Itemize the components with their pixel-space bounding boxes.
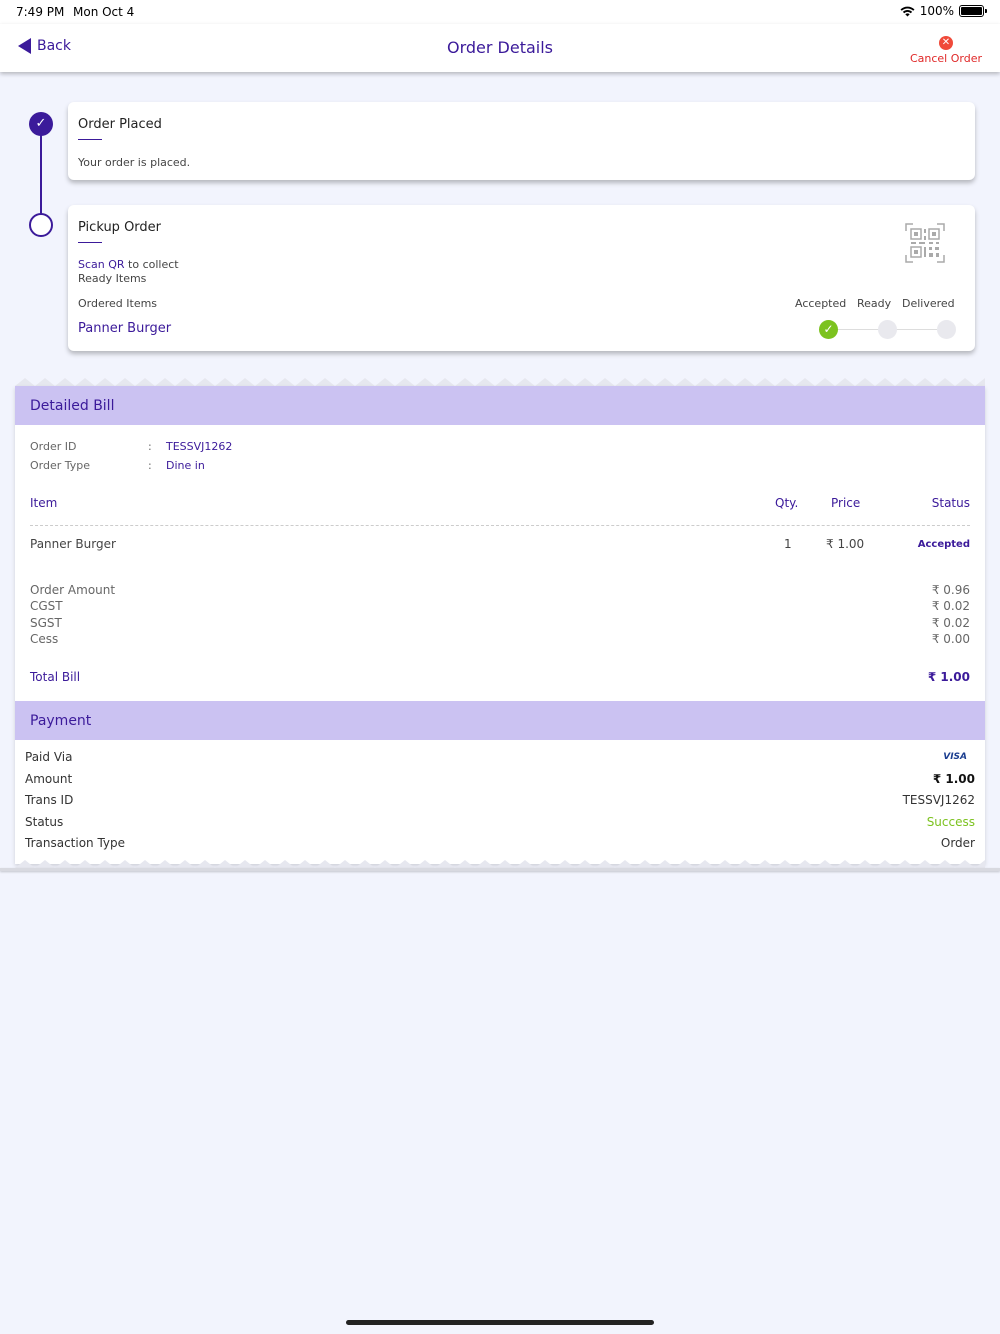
title-underline xyxy=(78,139,102,140)
trans-id-label: Trans ID xyxy=(25,793,74,807)
stage-accepted-check-icon: ✓ xyxy=(819,320,838,339)
row-price: ₹ 1.00 xyxy=(826,537,865,551)
close-circle-icon: ✕ xyxy=(938,36,953,50)
step-complete-check-icon: ✓ xyxy=(29,112,53,136)
ordered-item-name: Panner Burger xyxy=(78,321,172,336)
order-type-colon: : xyxy=(148,459,152,472)
paid-via-label: Paid Via xyxy=(25,750,73,764)
battery-percent: 100% xyxy=(919,4,954,18)
battery-icon xyxy=(959,5,987,17)
trans-id-value: TESSVJ1262 xyxy=(902,793,975,807)
order-amount-value: ₹ 0.96 xyxy=(931,583,970,597)
transaction-type-label: Transaction Type xyxy=(25,836,126,850)
order-amount-label: Order Amount xyxy=(30,583,116,597)
amount-value: ₹ 1.00 xyxy=(932,772,975,786)
pickup-order-title: Pickup Order xyxy=(78,220,162,235)
column-header-item: Item xyxy=(30,496,58,510)
order-id-colon: : xyxy=(148,440,152,453)
cess-label: Cess xyxy=(30,632,59,646)
cgst-label: CGST xyxy=(30,599,63,613)
ordered-items-label: Ordered Items xyxy=(78,297,158,310)
page-title: Order Details xyxy=(446,38,554,57)
column-header-qty: Qty. xyxy=(775,496,799,510)
wifi-icon xyxy=(900,6,915,16)
sgst-value: ₹ 0.02 xyxy=(931,616,970,630)
sgst-label: SGST xyxy=(30,616,62,630)
scan-qr-rest: to collect xyxy=(124,258,179,271)
order-type-value: Dine in xyxy=(166,459,205,472)
order-type-label: Order Type xyxy=(30,459,91,472)
payment-status-value: Success xyxy=(926,815,975,829)
status-indicators: 100% xyxy=(900,4,987,18)
title-underline xyxy=(78,242,102,243)
stage-label-delivered: Delivered xyxy=(902,297,955,310)
receipt-zigzag-bottom xyxy=(15,858,985,868)
row-qty: 1 xyxy=(784,537,792,551)
order-id-value: TESSVJ1262 xyxy=(166,440,233,453)
status-bar: 7:49 PM Mon Oct 4 100% xyxy=(0,0,1000,24)
home-indicator[interactable] xyxy=(346,1320,654,1325)
divider xyxy=(30,525,970,526)
payment-section-title: Payment xyxy=(15,701,985,740)
qr-code-icon[interactable] xyxy=(905,223,945,263)
scan-qr-link[interactable]: Scan QR xyxy=(78,258,125,271)
status-date: Mon Oct 4 xyxy=(73,5,135,19)
stage-delivered-dot xyxy=(937,320,956,339)
cess-value: ₹ 0.00 xyxy=(931,632,970,646)
visa-logo: VISA xyxy=(943,752,967,762)
column-header-status: Status xyxy=(931,496,970,510)
nav-bar: Back Order Details ✕ Cancel Order xyxy=(0,24,1000,72)
detailed-bill: Detailed Bill Order ID : TESSVJ1262 Orde… xyxy=(15,386,985,864)
bill-section-title: Detailed Bill xyxy=(15,386,985,425)
total-bill-label: Total Bill xyxy=(30,670,81,684)
status-time: 7:49 PM xyxy=(16,5,65,19)
timeline-connector xyxy=(40,124,42,224)
receipt-bottom-edge xyxy=(0,868,1000,871)
total-bill-value: ₹ 1.00 xyxy=(927,670,970,684)
cgst-value: ₹ 0.02 xyxy=(931,599,970,613)
transaction-type-value: Order xyxy=(940,836,975,850)
order-id-label: Order ID xyxy=(30,440,77,453)
pickup-order-card: Pickup Order Scan QR to collect Ready It… xyxy=(68,205,975,351)
amount-label: Amount xyxy=(25,772,73,786)
order-placed-card: Order Placed Your order is placed. xyxy=(68,102,975,180)
stage-label-ready: Ready xyxy=(857,297,892,310)
row-status: Accepted xyxy=(917,539,970,550)
stage-ready-dot xyxy=(878,320,897,339)
order-placed-text: Your order is placed. xyxy=(78,156,191,169)
column-header-price: Price xyxy=(831,496,861,510)
cancel-order-label: Cancel Order xyxy=(909,52,982,65)
order-placed-title: Order Placed xyxy=(78,117,162,132)
row-item: Panner Burger xyxy=(30,537,116,551)
ready-items-text: Ready Items xyxy=(78,272,147,285)
payment-status-label: Status xyxy=(25,815,64,829)
receipt-zigzag-top xyxy=(15,376,985,386)
scan-qr-text: Scan QR to collect xyxy=(78,258,179,271)
cancel-order-button[interactable]: ✕ Cancel Order xyxy=(910,36,982,65)
step-pending-circle-icon xyxy=(29,213,53,237)
stage-label-accepted: Accepted xyxy=(795,297,847,310)
